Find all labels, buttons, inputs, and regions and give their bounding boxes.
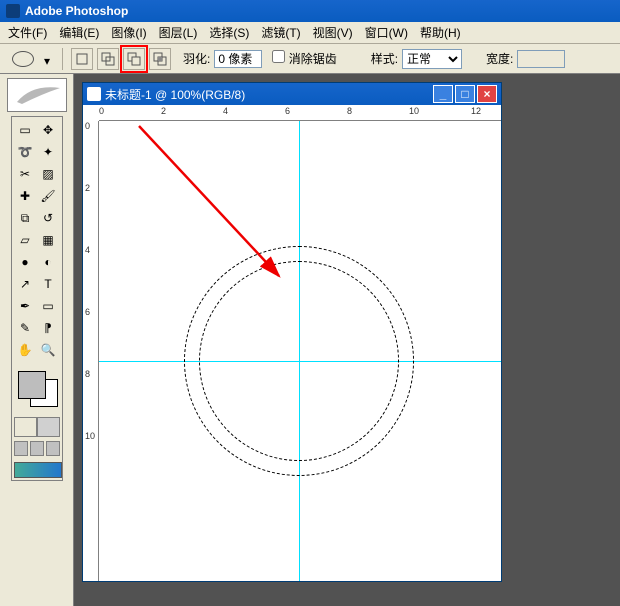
width-label: 宽度:	[486, 50, 513, 67]
document-canvas[interactable]	[99, 121, 501, 581]
app-title: Adobe Photoshop	[25, 4, 128, 18]
tool-dodge[interactable]: ◐	[37, 251, 60, 273]
annotation-arrow	[129, 121, 299, 291]
antialias-label: 消除锯齿	[289, 52, 337, 66]
menubar: 文件(F) 编辑(E) 图像(I) 图层(L) 选择(S) 滤镜(T) 视图(V…	[0, 22, 620, 44]
left-dock: ▭✥➰✦✂▨✚🖌⧉↺▱▦●◐↗T✒▭✎⁋✋🔍	[0, 74, 74, 606]
document-titlebar[interactable]: 未标题-1 @ 100%(RGB/8) _ □ ×	[83, 83, 501, 105]
document-title: 未标题-1 @ 100%(RGB/8)	[105, 86, 245, 103]
jump-to-imageready-button[interactable]	[14, 462, 62, 478]
ruler-tick: 0	[85, 121, 90, 131]
foreground-color-swatch[interactable]	[18, 371, 46, 399]
feather-icon	[12, 82, 62, 108]
tool-eraser[interactable]: ▱	[14, 229, 37, 251]
window-maximize-button[interactable]: □	[455, 85, 475, 103]
ruler-tick: 10	[409, 106, 419, 116]
tool-brush[interactable]: 🖌	[37, 185, 60, 207]
options-bar: ▾ 羽化: 消除锯齿 样式: 正常 宽度:	[0, 44, 620, 74]
tool-pen[interactable]: ✒	[14, 295, 37, 317]
tool-marquee[interactable]: ▭	[14, 119, 37, 141]
tool-path[interactable]: ↗	[14, 273, 37, 295]
app-icon	[6, 4, 20, 18]
menu-help[interactable]: 帮助(H)	[414, 22, 467, 43]
selection-new-button[interactable]	[71, 48, 93, 70]
main-workspace: ▭✥➰✦✂▨✚🖌⧉↺▱▦●◐↗T✒▭✎⁋✋🔍 未标题-1 @ 100%(RGB/…	[0, 74, 620, 606]
tool-crop[interactable]: ✂	[14, 163, 37, 185]
ruler-tick: 2	[161, 106, 166, 116]
ruler-tick: 8	[85, 369, 90, 379]
tool-move[interactable]: ✥	[37, 119, 60, 141]
menu-filter[interactable]: 滤镜(T)	[255, 22, 306, 43]
menu-view[interactable]: 视图(V)	[307, 22, 359, 43]
ruler-tick: 10	[85, 431, 95, 441]
document-icon	[87, 87, 101, 101]
menu-layer[interactable]: 图层(L)	[153, 22, 204, 43]
color-swatches[interactable]	[14, 367, 62, 411]
tool-stamp[interactable]: ⧉	[14, 207, 37, 229]
tool-heal[interactable]: ✚	[14, 185, 37, 207]
menu-window[interactable]: 窗口(W)	[359, 22, 414, 43]
ruler-tick: 2	[85, 183, 90, 193]
edit-mode-row	[14, 417, 60, 437]
screen-mode-full-button[interactable]	[46, 441, 60, 456]
tool-lasso[interactable]: ➰	[14, 141, 37, 163]
selection-add-button[interactable]	[97, 48, 119, 70]
ruler-tick: 6	[285, 106, 290, 116]
style-label: 样式:	[371, 50, 398, 67]
screen-mode-full-menu-button[interactable]	[30, 441, 44, 456]
app-titlebar: Adobe Photoshop	[0, 0, 620, 22]
selection-subtract-button[interactable]	[123, 48, 145, 70]
antialias-checkbox[interactable]: 消除锯齿	[272, 50, 336, 67]
quickmask-mode-button[interactable]	[37, 417, 60, 437]
toolbox: ▭✥➰✦✂▨✚🖌⧉↺▱▦●◐↗T✒▭✎⁋✋🔍	[11, 116, 63, 481]
tool-preset-dropdown-icon[interactable]: ▾	[44, 54, 54, 64]
tool-gradient[interactable]: ▦	[37, 229, 60, 251]
tool-zoom[interactable]: 🔍	[37, 339, 60, 361]
window-close-button[interactable]: ×	[477, 85, 497, 103]
ruler-tick: 12	[471, 106, 481, 116]
tool-slice[interactable]: ▨	[37, 163, 60, 185]
style-select[interactable]: 正常	[402, 49, 462, 69]
ruler-tick: 8	[347, 106, 352, 116]
width-input[interactable]	[517, 50, 565, 68]
tool-hand[interactable]: ✋	[14, 339, 37, 361]
tool-type[interactable]: T	[37, 273, 60, 295]
menu-edit[interactable]: 编辑(E)	[53, 22, 105, 43]
tool-notes[interactable]: ✎	[14, 317, 37, 339]
selection-marquee-inner	[199, 261, 399, 461]
ruler-vertical[interactable]: 0 2 4 6 8 10	[83, 121, 99, 581]
tool-shape[interactable]: ▭	[37, 295, 60, 317]
document-window: 未标题-1 @ 100%(RGB/8) _ □ × 0 2 4 6 8 10 12 0 2 4 6…	[82, 82, 502, 582]
tool-eyedrop[interactable]: ⁋	[37, 317, 60, 339]
ruler-tick: 0	[99, 106, 104, 116]
brush-preview	[7, 78, 67, 112]
screen-mode-standard-button[interactable]	[14, 441, 28, 456]
separator	[62, 48, 63, 70]
menu-select[interactable]: 选择(S)	[203, 22, 255, 43]
tool-preset-icon[interactable]	[12, 51, 34, 67]
tool-blur[interactable]: ●	[14, 251, 37, 273]
ruler-tick: 4	[223, 106, 228, 116]
selection-intersect-button[interactable]	[149, 48, 171, 70]
window-minimize-button[interactable]: _	[433, 85, 453, 103]
standard-mode-button[interactable]	[14, 417, 37, 437]
tool-history[interactable]: ↺	[37, 207, 60, 229]
tool-wand[interactable]: ✦	[37, 141, 60, 163]
feather-input[interactable]	[214, 50, 262, 68]
ruler-tick: 4	[85, 245, 90, 255]
screen-mode-row	[14, 441, 60, 456]
ruler-horizontal[interactable]: 0 2 4 6 8 10 12	[99, 105, 501, 121]
menu-file[interactable]: 文件(F)	[2, 22, 53, 43]
ruler-tick: 6	[85, 307, 90, 317]
menu-image[interactable]: 图像(I)	[105, 22, 152, 43]
feather-label: 羽化:	[183, 50, 210, 67]
